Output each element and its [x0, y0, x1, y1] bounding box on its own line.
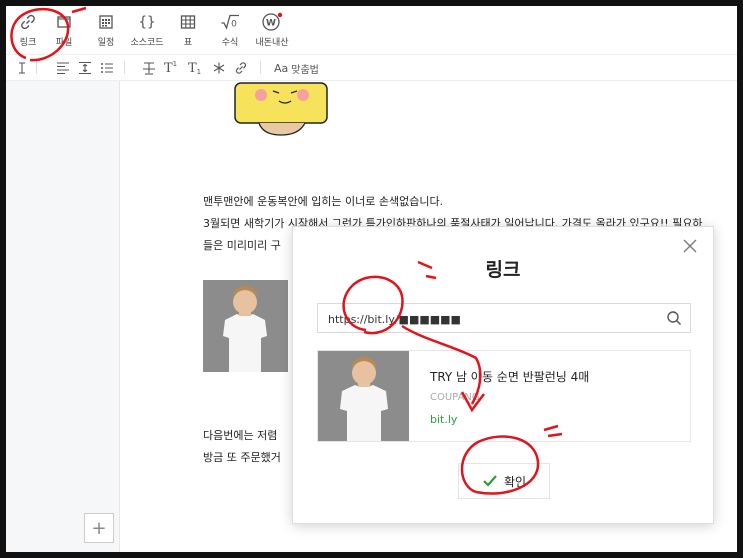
paragraph-text[interactable]: 다음번에는 저렴	[203, 427, 277, 443]
editor-window: 링크 파일 일정 {} 소스코드 표 0 수식 W 내돈내산 T 1 T 1 A…	[6, 6, 737, 552]
calendar-icon	[84, 12, 128, 32]
add-component-button[interactable]: +	[84, 513, 114, 543]
toolbar-item-label: 표	[183, 38, 193, 48]
superscript-marker: 1	[172, 60, 178, 68]
preview-thumbnail-image	[318, 351, 409, 441]
link-dialog: 링크 TRY 남 아동 순면 반팔런닝 4매 COUPANG	[292, 226, 714, 524]
align-left-icon[interactable]	[56, 60, 70, 76]
svg-text:W: W	[266, 19, 276, 29]
toolbar-item-label: 소스코드	[130, 38, 164, 48]
confirm-label: 확인	[503, 474, 527, 489]
format-toolbar: T1 T1 Aa 맞춤법	[6, 55, 737, 81]
subscript-button[interactable]: T1	[188, 60, 202, 77]
editor-left-margin: +	[6, 81, 120, 552]
subscript-marker: 1	[196, 68, 202, 76]
own-purchase-icon: W	[250, 12, 294, 32]
confirm-button[interactable]: 확인	[458, 463, 550, 499]
svg-text:{}: {}	[139, 15, 156, 31]
toolbar-file-button[interactable]: 파일	[42, 12, 86, 48]
preview-site-name: COUPANG	[430, 392, 480, 403]
toolbar-item-label: 파일	[55, 38, 73, 48]
superscript-button[interactable]: T1	[164, 60, 177, 76]
toolbar-formula-button[interactable]: 0 수식	[208, 12, 252, 48]
close-icon[interactable]	[681, 237, 699, 255]
link-preview-card[interactable]: TRY 남 아동 순면 반팔런닝 4매 COUPANG bit.ly	[317, 350, 691, 442]
toolbar-table-button[interactable]: 표	[166, 12, 210, 48]
svg-text:0: 0	[231, 20, 237, 30]
toolbar-schedule-button[interactable]: 일정	[84, 12, 128, 48]
table-icon	[166, 12, 210, 32]
preview-title: TRY 남 아동 순면 반팔런닝 4매	[430, 370, 590, 384]
spellcheck-button[interactable]: Aa 맞춤법	[274, 60, 319, 76]
mascot-sticker-image	[234, 82, 328, 136]
url-field[interactable]	[317, 303, 691, 333]
special-char-icon[interactable]	[212, 60, 226, 76]
preview-domain: bit.ly	[430, 413, 458, 426]
bullet-list-icon[interactable]	[100, 60, 114, 76]
paragraph-text[interactable]: 맨투맨안에 운동복안에 입히는 이너로 손색없습니다.	[203, 193, 443, 209]
toolbar-item-label: 내돈내산	[255, 38, 289, 48]
spellcheck-icon: Aa	[274, 61, 289, 75]
spellcheck-label: 맞춤법	[291, 64, 319, 76]
paragraph-text[interactable]: 들은 미리미리 구	[203, 237, 281, 253]
strikethrough-icon[interactable]	[142, 60, 156, 76]
toolbar-own-purchase-button[interactable]: W 내돈내산	[250, 12, 294, 48]
code-braces-icon: {}	[125, 12, 169, 32]
toolbar-divider	[36, 61, 37, 74]
subscript-label: T	[188, 60, 197, 76]
insert-toolbar: 링크 파일 일정 {} 소스코드 표 0 수식 W 내돈내산	[6, 6, 737, 55]
toolbar-divider	[124, 61, 125, 74]
formula-icon: 0	[208, 12, 252, 32]
toolbar-item-label: 일정	[97, 38, 115, 48]
dialog-title: 링크	[485, 259, 521, 281]
link-small-icon[interactable]	[234, 60, 248, 76]
check-icon	[483, 475, 497, 487]
line-height-icon[interactable]	[78, 60, 92, 76]
file-icon	[42, 12, 86, 32]
text-cursor-icon[interactable]	[16, 60, 28, 76]
paragraph-text[interactable]: 방금 또 주문했거	[203, 449, 281, 465]
product-photo-image[interactable]	[203, 280, 288, 372]
search-icon[interactable]	[666, 310, 682, 326]
superscript-label: T	[164, 60, 173, 76]
url-input[interactable]	[326, 308, 650, 330]
toolbar-divider	[260, 61, 261, 74]
toolbar-item-label: 수식	[221, 38, 239, 48]
toolbar-source-code-button[interactable]: {} 소스코드	[125, 12, 169, 49]
